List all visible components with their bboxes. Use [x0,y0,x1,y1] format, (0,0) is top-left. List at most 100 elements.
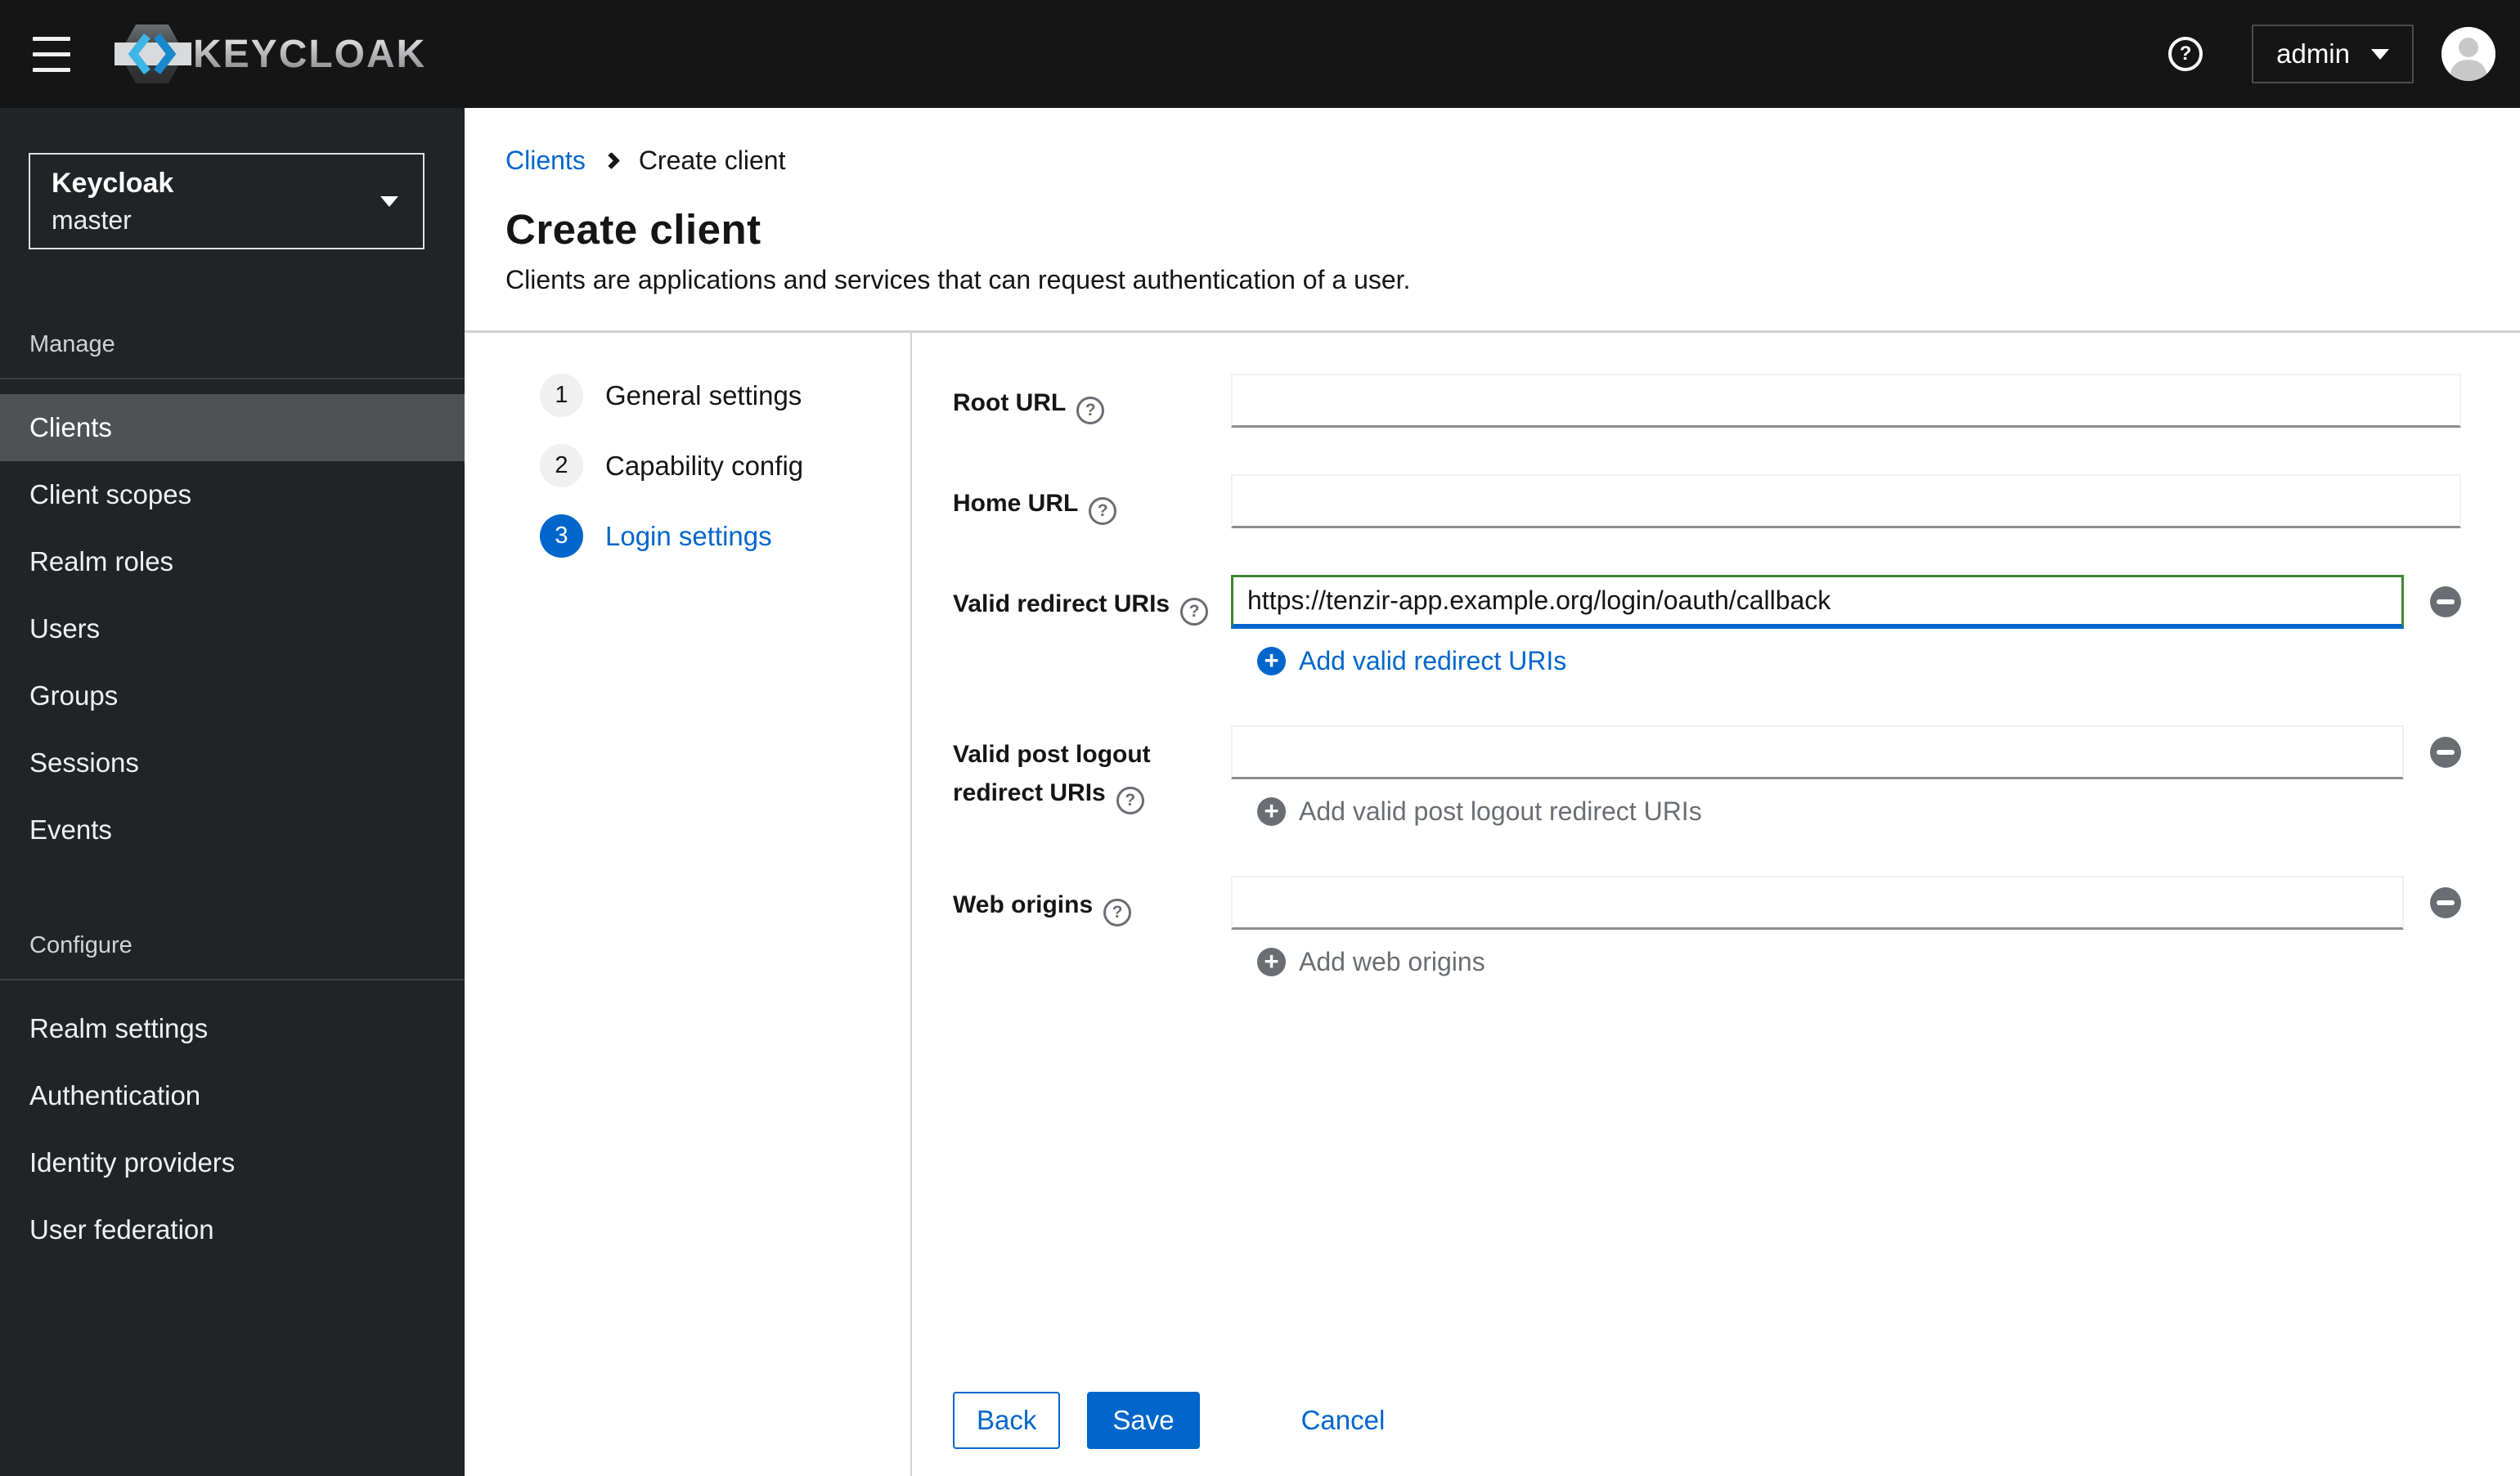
user-menu-label: admin [2276,38,2350,69]
keycloak-admin-console: KEYCLOAK admin Keycloak master Manage [0,0,2520,1476]
wizard-step-number: 1 [540,374,583,417]
valid-post-logout-redirect-uri-entry [1231,725,2461,779]
breadcrumb: Clients Create client [505,146,2461,176]
remove-valid-post-logout-redirect-uri-minus-circle-icon[interactable] [2430,737,2461,768]
save-button[interactable]: Save [1087,1392,1200,1449]
sidebar-item-identity-providers[interactable]: Identity providers [0,1129,465,1196]
valid-redirect-uris-control: Add valid redirect URIs [1231,575,2461,676]
wizard-step-login-settings[interactable]: 3 Login settings [540,514,910,558]
web-origins-label: Web origins [953,876,1231,977]
chevron-down-icon [380,195,398,207]
home-url-control [1231,474,2461,528]
chevron-down-icon [2371,48,2389,60]
remove-web-origin-minus-circle-icon[interactable] [2430,887,2461,918]
valid-redirect-uris-label-text: Valid redirect URIs [953,590,1170,617]
home-url-label-text: Home URL [953,490,1079,517]
add-valid-post-logout-redirect-uri-button[interactable]: Add valid post logout redirect URIs [1257,796,1702,827]
root-url-label: Root URL [953,374,1231,428]
sidebar-item-events[interactable]: Events [0,796,465,864]
keycloak-logo-graphic: KEYCLOAK [115,25,425,83]
root-url-label-text: Root URL [953,389,1067,416]
sidebar-item-user-federation[interactable]: User federation [0,1196,465,1263]
add-valid-redirect-uri-button[interactable]: Add valid redirect URIs [1257,646,1566,676]
form-row-valid-redirect-uris: Valid redirect URIs Add valid redirect U… [953,575,2461,676]
realm-selector-dropdown[interactable]: Keycloak master [29,153,424,249]
plus-circle-icon [1257,948,1286,976]
nav-list-configure: Realm settings Authentication Identity p… [0,995,465,1263]
nav-divider [0,378,465,379]
web-origin-input[interactable] [1231,876,2404,930]
nav-list-manage: Clients Client scopes Realm roles Users … [0,394,465,864]
avatar[interactable] [2441,27,2495,81]
realm-selector-current-realm: master [52,205,132,235]
sidebar-item-groups[interactable]: Groups [0,662,465,729]
question-circle-icon[interactable] [1180,597,1209,626]
keycloak-logo: KEYCLOAK [115,13,425,95]
realm-selector-text: Keycloak master [52,164,173,238]
add-web-origin-label: Add web origins [1299,947,1485,976]
question-circle-icon[interactable] [1103,898,1132,926]
web-origin-entry [1231,876,2461,930]
cancel-button[interactable]: Cancel [1301,1405,1386,1436]
valid-redirect-uri-entry [1231,575,2461,629]
wizard-step-capability-config[interactable]: 2 Capability config [540,444,910,487]
sidebar-item-users[interactable]: Users [0,595,465,662]
form-row-home-url: Home URL [953,474,2461,528]
plus-circle-icon [1257,797,1286,826]
home-url-input[interactable] [1231,474,2461,528]
masthead: KEYCLOAK admin [0,0,2520,108]
home-url-label: Home URL [953,474,1231,528]
web-origins-control: Add web origins [1231,876,2461,977]
wizard-step-label: Capability config [605,450,804,481]
page-description: Clients are applications and services th… [505,265,1411,294]
question-circle-icon[interactable] [1076,396,1105,424]
form-actions: Back Save Cancel [953,1392,1385,1449]
question-circle-icon[interactable] [1116,786,1144,814]
wizard-step-general-settings[interactable]: 1 General settings [540,374,910,417]
wizard-nav: 1 General settings 2 Capability config 3… [465,333,912,1476]
breadcrumb-link-clients[interactable]: Clients [505,146,586,176]
realm-selector-title: Keycloak [52,168,174,199]
form-row-valid-post-logout-redirect-uris: Valid post logout redirect URIs Add vali… [953,725,2461,827]
sidebar-item-realm-settings[interactable]: Realm settings [0,995,465,1062]
wizard-step-label: General settings [605,379,802,410]
question-circle-icon[interactable] [1089,496,1117,525]
remove-valid-redirect-uri-minus-circle-icon[interactable] [2430,586,2461,617]
root-url-input[interactable] [1231,374,2461,428]
nav-divider [0,979,465,980]
help-icon[interactable] [2168,37,2203,71]
wizard-step-number: 3 [540,514,583,558]
add-valid-post-logout-redirect-uri-label: Add valid post logout redirect URIs [1299,796,1702,826]
nav-toggle-hamburger-icon[interactable] [33,36,70,72]
wizard-step-number: 2 [540,444,583,487]
wizard-step-label: Login settings [605,520,772,551]
page-title: Create client [505,206,761,253]
plus-circle-icon [1257,647,1286,675]
valid-post-logout-redirect-uri-input[interactable] [1231,725,2404,779]
login-settings-form: Root URL Home URL Valid [912,333,2520,1476]
add-valid-redirect-uri-label: Add valid redirect URIs [1299,646,1567,675]
sidebar-item-authentication[interactable]: Authentication [0,1062,465,1129]
main-content: Clients Create client Create client Clie… [465,108,2520,1476]
nav-section-title-manage: Manage [29,331,115,357]
brand-text: KEYCLOAK [193,33,425,76]
nav-section-title-configure: Configure [29,932,133,958]
valid-redirect-uri-input[interactable] [1231,575,2404,629]
valid-post-logout-redirect-uris-label: Valid post logout redirect URIs [953,725,1231,827]
root-url-control [1231,374,2461,428]
sidebar-item-sessions[interactable]: Sessions [0,729,465,796]
back-button[interactable]: Back [953,1392,1061,1449]
valid-post-logout-redirect-uris-control: Add valid post logout redirect URIs [1231,725,2461,827]
sidebar-item-client-scopes[interactable]: Client scopes [0,461,465,528]
valid-redirect-uris-label: Valid redirect URIs [953,575,1231,676]
chevron-right-icon [602,151,620,170]
form-row-web-origins: Web origins Add web origins [953,876,2461,977]
web-origins-label-text: Web origins [953,891,1094,918]
user-menu-dropdown[interactable]: admin [2252,25,2414,83]
sidebar-item-clients[interactable]: Clients [0,394,465,461]
add-web-origin-button[interactable]: Add web origins [1257,947,1485,977]
sidebar-item-realm-roles[interactable]: Realm roles [0,528,465,595]
form-row-root-url: Root URL [953,374,2461,428]
page-header: Clients Create client Create client Clie… [465,108,2520,333]
avatar-icon [2441,27,2495,81]
